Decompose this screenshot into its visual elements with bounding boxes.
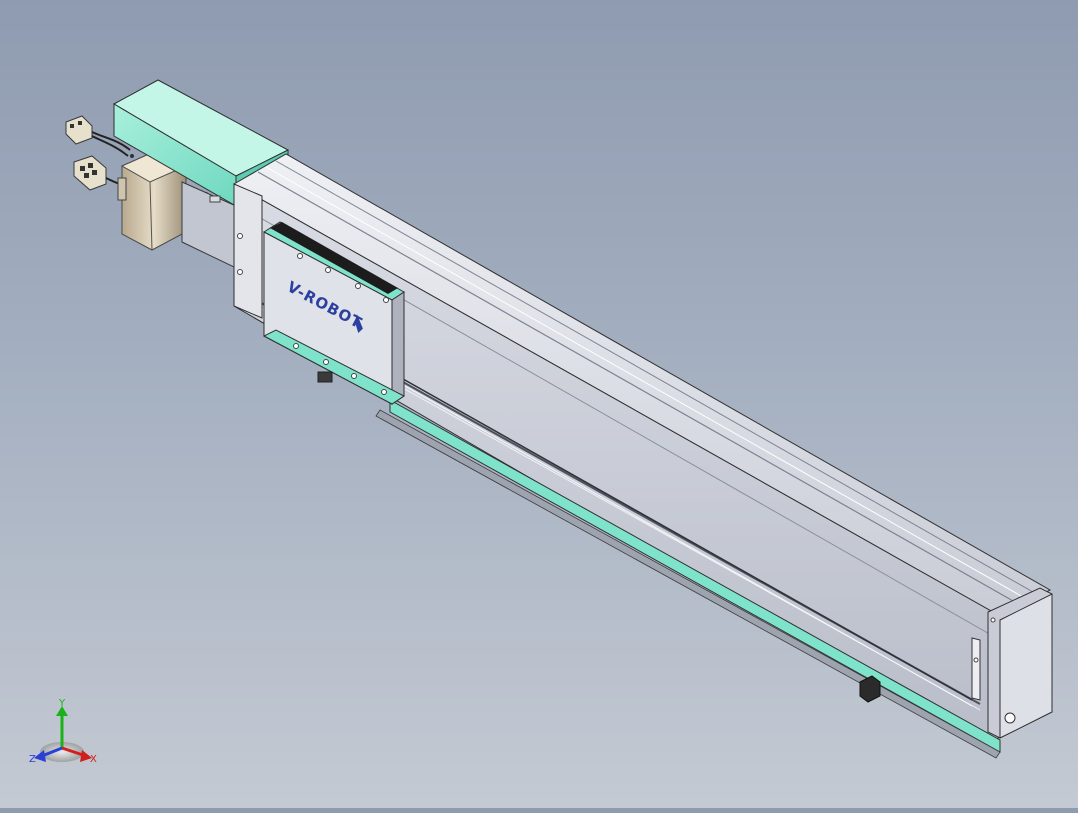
cad-viewport[interactable]: V-ROBOT Y X Z	[0, 0, 1078, 808]
model-canvas[interactable]: V-ROBOT Y X Z	[0, 0, 1078, 808]
x-axis-label: X	[90, 754, 97, 765]
y-axis-label: Y	[58, 698, 66, 709]
linear-actuator-rail[interactable]	[232, 153, 1052, 759]
z-axis-label: Z	[29, 754, 36, 765]
coordinate-triad: Y X Z	[29, 698, 97, 765]
